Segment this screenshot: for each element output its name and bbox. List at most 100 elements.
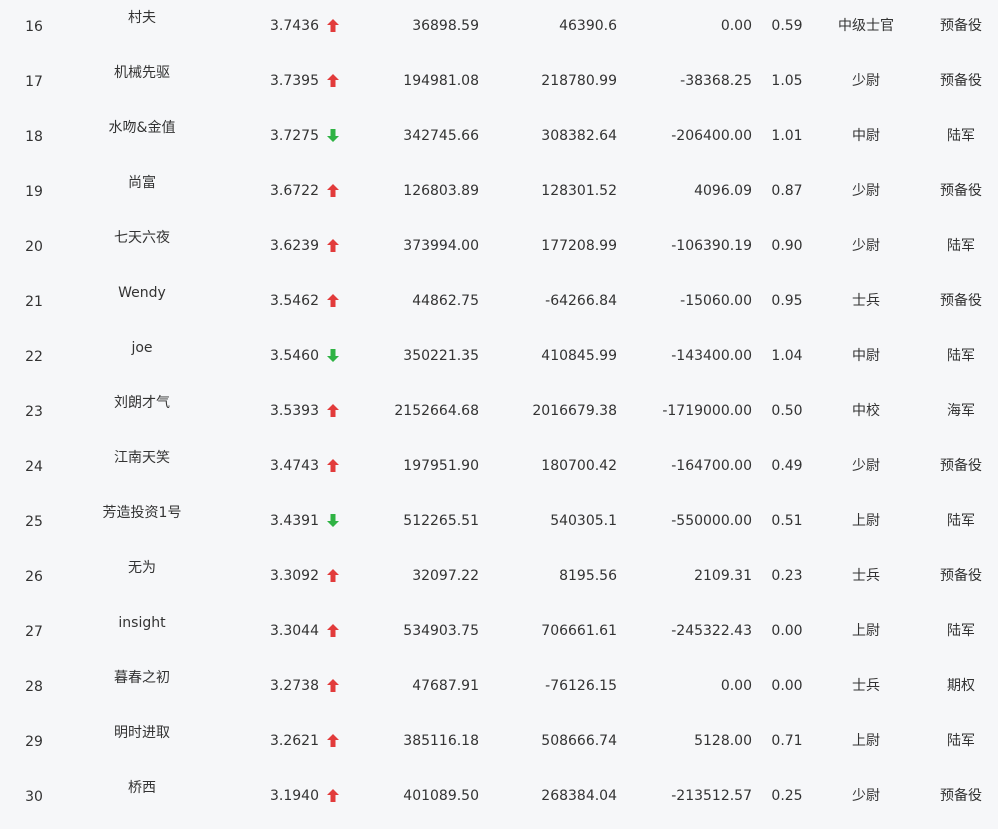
value-column-2: -64266.84 <box>545 293 617 309</box>
trend-up-icon <box>327 731 343 751</box>
ratio-value: 0.95 <box>771 293 803 309</box>
score-value: 3.6239 <box>270 238 319 254</box>
rank-title: 上尉 <box>852 513 880 529</box>
ratio-value: 0.00 <box>771 678 803 694</box>
value-column-2: 540305.1 <box>550 513 617 529</box>
value-column-1: 2152664.68 <box>394 403 479 419</box>
score-value: 3.2621 <box>270 733 319 749</box>
value-column-3: -1719000.00 <box>662 403 752 419</box>
rank-cell: 20 <box>25 239 43 255</box>
leaderboard-table: 16 村夫 3.7436 36898.59 46390.6 0.00 0.59 中级士官 预备役… <box>0 0 998 829</box>
ratio-value: 0.50 <box>771 403 803 419</box>
rank-title: 士兵 <box>852 678 880 694</box>
rank-title: 中尉 <box>852 348 880 364</box>
value-column-3: -550000.00 <box>671 513 752 529</box>
rank-title: 中级士官 <box>838 18 894 34</box>
group-label: 陆军 <box>947 733 975 749</box>
rank-title: 少尉 <box>852 788 880 804</box>
player-name: insight <box>118 615 166 631</box>
trend-up-icon <box>327 786 343 806</box>
group-label: 预备役 <box>940 18 982 34</box>
trend-down-icon <box>327 511 343 531</box>
score-value: 3.2738 <box>270 678 319 694</box>
value-column-3: -164700.00 <box>671 458 752 474</box>
rank-title: 中校 <box>852 403 880 419</box>
group-label: 海军 <box>947 403 975 419</box>
rank-title: 少尉 <box>852 458 880 474</box>
value-column-3: 0.00 <box>720 678 752 694</box>
rank-cell: 30 <box>25 789 43 805</box>
value-column-2: 508666.74 <box>541 733 617 749</box>
value-column-2: -76126.15 <box>545 678 617 694</box>
table-row[interactable]: 28 暮春之初 3.2738 47687.91 -76126.15 0.00 0.00 士兵 期… <box>0 660 998 715</box>
table-row[interactable]: 27 insight 3.3044 534903.75 706661.61 -245322… <box>0 605 998 660</box>
table-row[interactable]: 30 桥西 3.1940 401089.50 268384.04 -213512.57 0.… <box>0 770 998 825</box>
score-value: 3.7395 <box>270 73 319 89</box>
group-label: 预备役 <box>940 568 982 584</box>
value-column-2: 8195.56 <box>559 568 617 584</box>
ratio-value: 0.90 <box>771 238 803 254</box>
value-column-2: 180700.42 <box>541 458 617 474</box>
rank-cell: 22 <box>25 349 43 365</box>
value-column-3: -143400.00 <box>671 348 752 364</box>
value-column-1: 36898.59 <box>412 18 479 34</box>
group-label: 陆军 <box>947 623 975 639</box>
value-column-3: -245322.43 <box>671 623 752 639</box>
player-name: 桥西 <box>128 780 156 796</box>
rank-title: 士兵 <box>852 568 880 584</box>
table-row[interactable]: 17 机械先驱 3.7395 194981.08 218780.99 -38368.25 1… <box>0 55 998 110</box>
value-column-1: 47687.91 <box>412 678 479 694</box>
player-name: Wendy <box>118 285 166 301</box>
rank-title: 士兵 <box>852 293 880 309</box>
player-name: 七天六夜 <box>114 230 170 246</box>
player-name: 暮春之初 <box>114 670 170 686</box>
value-column-1: 350221.35 <box>403 348 479 364</box>
value-column-1: 534903.75 <box>403 623 479 639</box>
ratio-value: 1.01 <box>771 128 803 144</box>
score-value: 3.1940 <box>270 788 319 804</box>
trend-up-icon <box>327 401 343 421</box>
table-row[interactable]: 26 无为 3.3092 32097.22 8195.56 2109.31 0.23 士兵 预备… <box>0 550 998 605</box>
score-value: 3.7436 <box>270 18 319 34</box>
rank-title: 少尉 <box>852 183 880 199</box>
value-column-3: -213512.57 <box>671 788 752 804</box>
ratio-value: 0.25 <box>771 788 803 804</box>
table-row[interactable]: 22 joe 3.5460 350221.35 410845.99 -143400.00 1… <box>0 330 998 385</box>
score-value: 3.3092 <box>270 568 319 584</box>
table-row[interactable]: 23 刘朗才气 3.5393 2152664.68 2016679.38 -1719000… <box>0 385 998 440</box>
player-name: 江南天笑 <box>114 450 170 466</box>
group-label: 期权 <box>947 678 975 694</box>
table-row[interactable]: 18 水吻&金值 3.7275 342745.66 308382.64 -206400.0… <box>0 110 998 165</box>
trend-up-icon <box>327 16 343 36</box>
table-row[interactable]: 25 芳造投资1号 3.4391 512265.51 540305.1 -550000.0… <box>0 495 998 550</box>
value-column-3: 0.00 <box>720 18 752 34</box>
trend-up-icon <box>327 236 343 256</box>
trend-down-icon <box>327 346 343 366</box>
rank-cell: 23 <box>25 404 43 420</box>
value-column-2: 128301.52 <box>541 183 617 199</box>
value-column-1: 126803.89 <box>403 183 479 199</box>
score-value: 3.4391 <box>270 513 319 529</box>
table-row[interactable]: 19 尚富 3.6722 126803.89 128301.52 4096.09 0.87 少… <box>0 165 998 220</box>
table-row[interactable]: 20 七天六夜 3.6239 373994.00 177208.99 -106390.19… <box>0 220 998 275</box>
table-row[interactable]: 24 江南天笑 3.4743 197951.90 180700.42 -164700.00… <box>0 440 998 495</box>
value-column-2: 268384.04 <box>541 788 617 804</box>
rank-cell: 25 <box>25 514 43 530</box>
player-name: 刘朗才气 <box>114 395 170 411</box>
table-row[interactable]: 21 Wendy 3.5462 44862.75 -64266.84 -15060.00 0… <box>0 275 998 330</box>
value-column-3: 5128.00 <box>694 733 752 749</box>
ratio-value: 1.05 <box>771 73 803 89</box>
value-column-3: -38368.25 <box>680 73 752 89</box>
table-row[interactable]: 16 村夫 3.7436 36898.59 46390.6 0.00 0.59 中级士官 预备役 <box>0 0 998 55</box>
value-column-3: -15060.00 <box>680 293 752 309</box>
trend-up-icon <box>327 566 343 586</box>
value-column-3: 2109.31 <box>694 568 752 584</box>
rank-cell: 26 <box>25 569 43 585</box>
table-row[interactable]: 29 明时进取 3.2621 385116.18 508666.74 5128.00 0.7… <box>0 715 998 770</box>
rank-cell: 16 <box>25 19 43 35</box>
player-name: 无为 <box>128 560 156 576</box>
score-value: 3.5460 <box>270 348 319 364</box>
value-column-2: 2016679.38 <box>532 403 617 419</box>
rank-cell: 27 <box>25 624 43 640</box>
value-column-1: 512265.51 <box>403 513 479 529</box>
